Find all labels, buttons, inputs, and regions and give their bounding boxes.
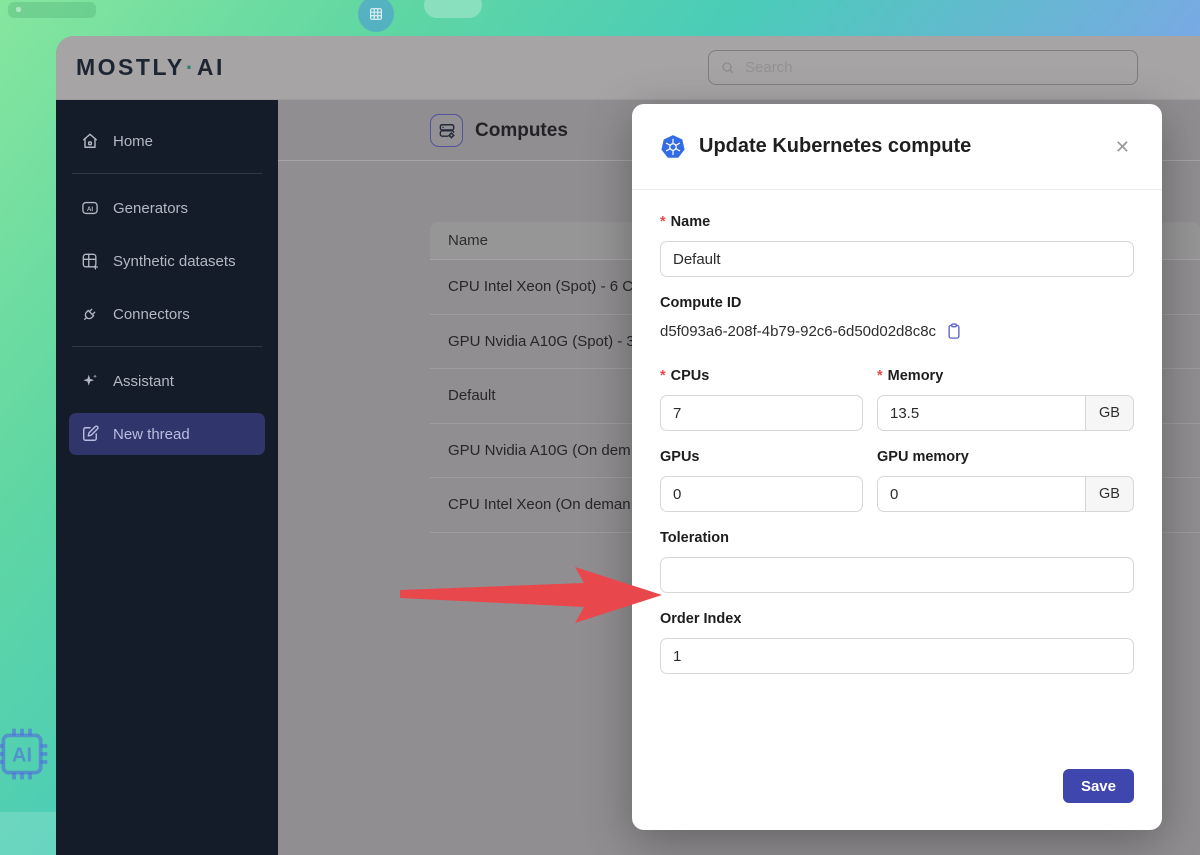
background-card-dot [16, 7, 21, 12]
connectors-plug-icon [80, 304, 100, 324]
memory-field-group: GB [877, 395, 1134, 431]
ai-chip-icon: AI [0, 722, 54, 786]
svg-text:AI: AI [87, 206, 94, 213]
kubernetes-icon [660, 134, 686, 160]
background-card [8, 2, 96, 18]
close-icon[interactable]: ✕ [1111, 134, 1134, 160]
modal-header: Update Kubernetes compute ✕ [632, 104, 1162, 190]
sidebar-item-label: Assistant [113, 373, 174, 390]
gpu-memory-unit-addon: GB [1086, 476, 1134, 512]
sidebar: Home AI Generators Synthetic datasets Co… [56, 100, 278, 855]
computes-server-icon [430, 114, 463, 147]
topbar: MOSTLY·AI [56, 36, 1200, 100]
update-kubernetes-compute-modal: Update Kubernetes compute ✕ *Name Comput… [632, 104, 1162, 830]
sidebar-item-generators[interactable]: AI Generators [69, 187, 265, 229]
modal-body: *Name Compute ID d5f093a6-208f-4b79-92c6… [632, 190, 1162, 674]
column-header-name: Name [448, 232, 488, 249]
compute-id-row: d5f093a6-208f-4b79-92c6-6d50d02d8c8c [660, 322, 1134, 340]
assistant-sparkle-icon [80, 371, 100, 391]
required-marker: * [660, 368, 666, 384]
brand-logo: MOSTLY·AI [76, 54, 225, 81]
sidebar-item-synthetic-datasets[interactable]: Synthetic datasets [69, 240, 265, 282]
compute-name: GPU Nvidia A10G (On dem [448, 442, 631, 459]
clipboard-copy-icon[interactable] [945, 322, 963, 340]
logo-text: MOSTLY [76, 54, 185, 80]
logo-text-ai: AI [197, 54, 225, 80]
gpu-memory-field-group: GB [877, 476, 1134, 512]
compute-name: CPU Intel Xeon (On deman [448, 496, 631, 513]
search-icon [720, 60, 736, 76]
name-label: *Name [660, 212, 1134, 232]
sidebar-item-home[interactable]: Home [69, 120, 265, 162]
name-field[interactable] [660, 241, 1134, 277]
toleration-field[interactable] [660, 557, 1134, 593]
search-input[interactable] [745, 59, 1126, 76]
page-title: Computes [475, 120, 568, 142]
new-thread-edit-icon [80, 424, 100, 444]
toleration-label: Toleration [660, 528, 1134, 548]
compute-id-value: d5f093a6-208f-4b79-92c6-6d50d02d8c8c [660, 323, 936, 340]
sidebar-item-label: Connectors [113, 306, 190, 323]
compute-name: Default [448, 387, 496, 404]
compute-name: CPU Intel Xeon (Spot) - 6 C [448, 278, 633, 295]
memory-field[interactable] [877, 395, 1086, 431]
cpus-label: *CPUs [660, 366, 863, 386]
home-icon [80, 131, 100, 151]
search-bar[interactable] [708, 50, 1138, 85]
modal-title: Update Kubernetes compute [699, 135, 1098, 158]
sidebar-item-label: Synthetic datasets [113, 253, 236, 270]
background-pill [424, 0, 482, 18]
memory-unit-addon: GB [1086, 395, 1134, 431]
gpu-memory-label: GPU memory [877, 447, 1134, 467]
gpus-field[interactable] [660, 476, 863, 512]
sidebar-item-connectors[interactable]: Connectors [69, 293, 265, 335]
sidebar-divider [72, 173, 262, 174]
background-corner-card [0, 812, 56, 855]
memory-label: *Memory [877, 366, 1134, 386]
svg-text:AI: AI [12, 744, 32, 766]
compute-name: GPU Nvidia A10G (Spot) - 3 [448, 333, 635, 350]
sidebar-item-label: Home [113, 133, 153, 150]
sidebar-item-assistant[interactable]: Assistant [69, 360, 265, 402]
save-button[interactable]: Save [1063, 769, 1134, 803]
gpus-label: GPUs [660, 447, 863, 467]
required-marker: * [660, 214, 666, 230]
compute-id-label: Compute ID [660, 293, 1134, 313]
order-index-label: Order Index [660, 609, 1134, 629]
order-index-field[interactable] [660, 638, 1134, 674]
grid-badge-icon [358, 0, 394, 32]
sidebar-divider [72, 346, 262, 347]
sidebar-item-label: Generators [113, 200, 188, 217]
gpu-memory-field[interactable] [877, 476, 1086, 512]
generators-ai-icon: AI [80, 198, 100, 218]
logo-dot: · [185, 54, 197, 80]
required-marker: * [877, 368, 883, 384]
synthetic-datasets-icon [80, 251, 100, 271]
sidebar-item-label: New thread [113, 426, 190, 443]
cpus-field[interactable] [660, 395, 863, 431]
sidebar-item-new-thread[interactable]: New thread [69, 413, 265, 455]
